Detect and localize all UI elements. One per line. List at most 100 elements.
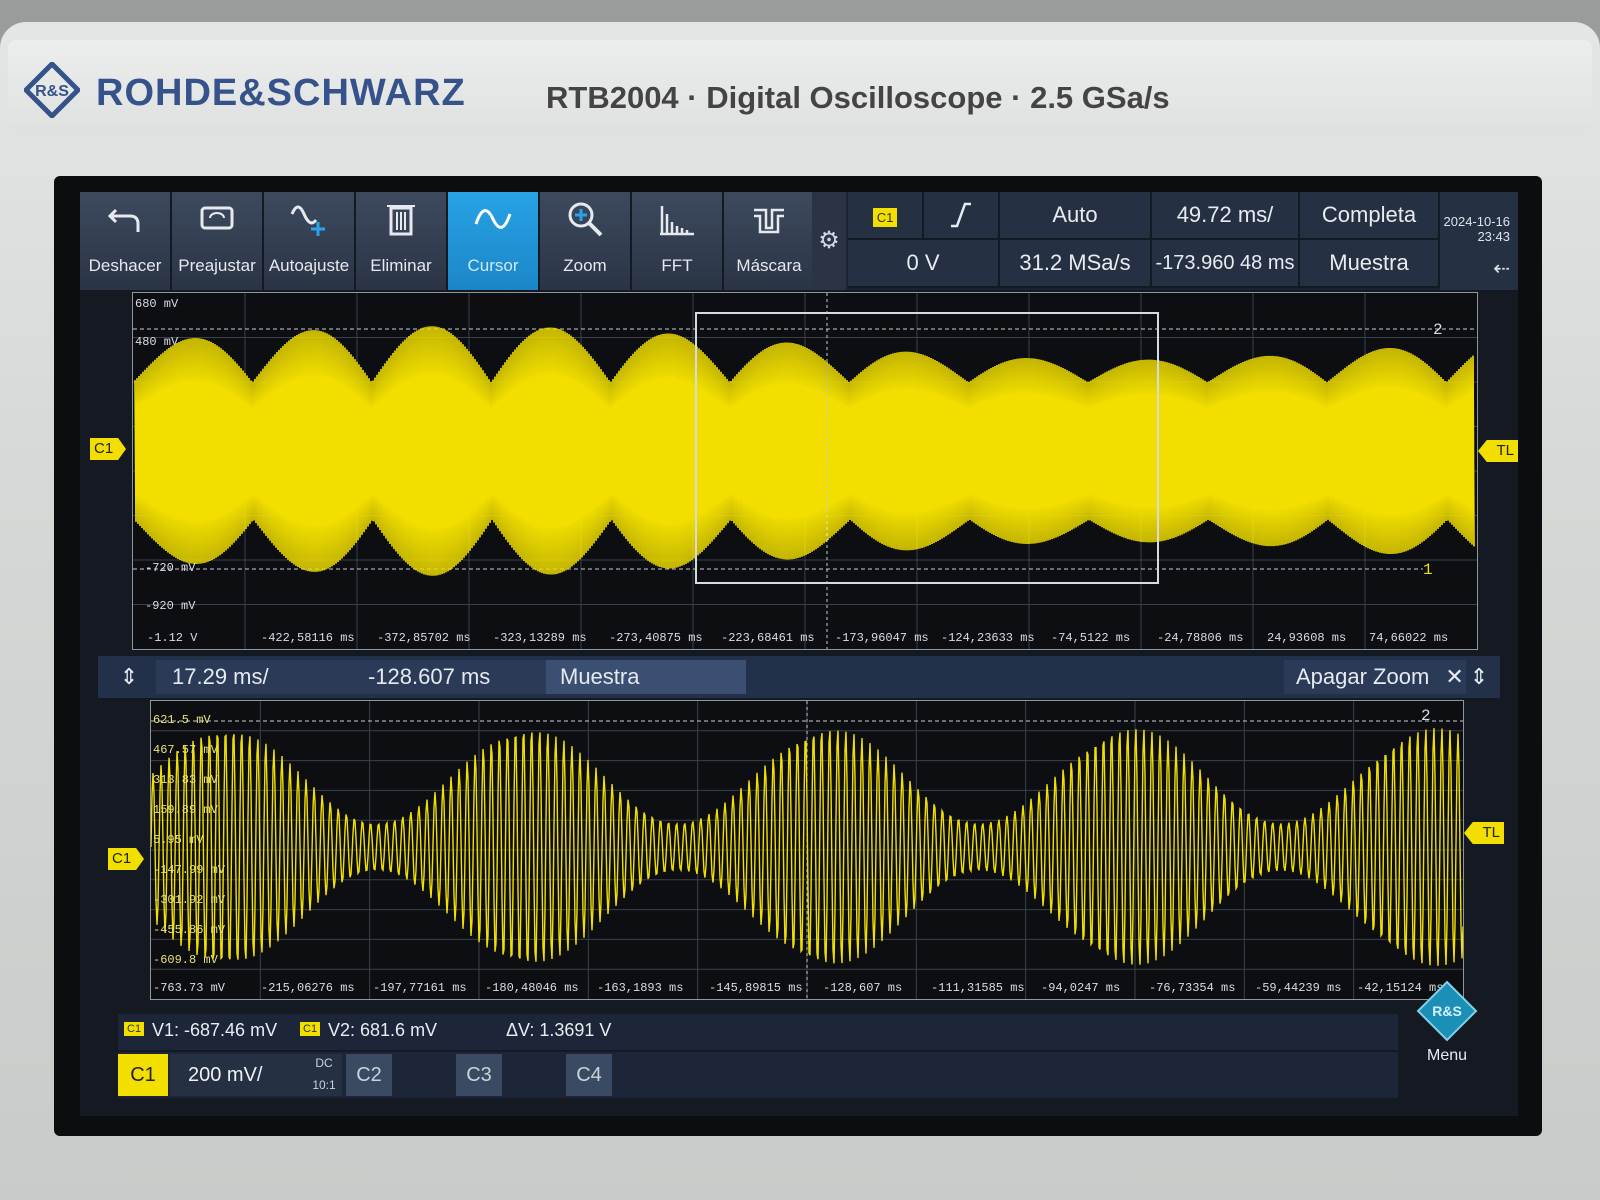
channel-2-button[interactable]: C2 [346, 1054, 392, 1096]
mask-button[interactable]: Máscara [724, 192, 816, 290]
zoom-off-label: Apagar Zoom [1296, 664, 1430, 689]
acquisition-mode[interactable]: Completa [1300, 192, 1440, 240]
trigger-mode[interactable]: Auto [1000, 192, 1152, 240]
zoom-position[interactable]: -128.607 ms [354, 660, 558, 694]
trigger-level-marker[interactable]: TL [1478, 440, 1518, 462]
main-waveform-svg [133, 293, 1477, 649]
time-tick: -59,44239 ms [1255, 981, 1342, 995]
time-tick: 74,66022 ms [1369, 631, 1449, 645]
v1-source-badge: C1 [124, 1022, 145, 1036]
zoom-scroll-icon[interactable]: ⇕ [104, 660, 154, 694]
channel-3-button[interactable]: C3 [456, 1054, 502, 1096]
level-label: -301.92 mV [153, 893, 226, 907]
preset-label: Preajustar [178, 256, 256, 275]
model-line: RTB2004 · Digital Oscilloscope · 2.5 GSa… [546, 80, 1170, 115]
level-label: -720 mV [145, 561, 196, 575]
cursor-wave-icon [474, 209, 512, 229]
time-tick: -24,78806 ms [1157, 631, 1244, 645]
magnifier-icon [568, 202, 603, 237]
main-waveform-plot[interactable]: 680 mV 480 mV -720 mV -920 mV -1.12 V -4… [132, 292, 1478, 650]
zoom-acq-type[interactable]: Muestra [546, 660, 746, 694]
time-tick: -163,1893 ms [597, 981, 684, 995]
rs-menu-icon: R&S [1416, 980, 1478, 1042]
channel-4-button[interactable]: C4 [566, 1054, 612, 1096]
zoom-waveform-plot[interactable]: 621.5 mV 467.57 mV 313.83 mV 159.89 mV 5… [150, 700, 1464, 1000]
time-tick: -273,40875 ms [609, 631, 703, 645]
time-tick: -173,96047 ms [835, 631, 929, 645]
acquisition-type[interactable]: Muestra [1300, 240, 1440, 288]
level-label: -609.8 mV [153, 953, 218, 967]
level-label: 467.57 mV [153, 743, 218, 757]
channel-1-scale[interactable]: 200 mV/ [170, 1054, 322, 1096]
preset-icon [200, 206, 234, 230]
level-label: 621.5 mV [153, 713, 211, 727]
zoom-timebase[interactable]: 17.29 ms/ [156, 660, 368, 694]
time-tick: -145,89815 ms [709, 981, 803, 995]
zoom-button[interactable]: Zoom [540, 192, 632, 290]
autoset-icon [290, 205, 325, 236]
time-tick: -180,48046 ms [485, 981, 579, 995]
usb-icon: ⇠ [1493, 258, 1510, 280]
brand-name: ROHDE&SCHWARZ [96, 72, 466, 114]
cursor-readout: C1 V1: -687.46 mV C1 V2: 681.6 mV ΔV: 1.… [118, 1014, 1398, 1050]
time-tick: -323,13289 ms [493, 631, 587, 645]
level-label: 5.95 mV [153, 833, 204, 847]
timebase-scale[interactable]: 49.72 ms/ [1152, 192, 1300, 240]
zoom-window-bar: ⇕ 17.29 ms/ -128.607 ms Muestra Apagar Z… [98, 656, 1500, 698]
undo-button[interactable]: Deshacer [80, 192, 172, 290]
channel-1-marker[interactable]: C1 [90, 438, 126, 460]
rising-edge-icon [951, 202, 971, 228]
oscilloscope-screen: Deshacer Preajustar Autoajuste Eliminar … [80, 192, 1518, 1116]
cursor-1-label: 1 [1423, 561, 1433, 579]
level-label: -455.86 mV [153, 923, 226, 937]
settings-gear-icon[interactable]: ⚙ [812, 192, 846, 290]
time-label: 23:43 [1477, 229, 1510, 244]
time-tick: -94,0247 ms [1041, 981, 1121, 995]
sample-rate[interactable]: 31.2 MSa/s [1000, 240, 1152, 288]
zoom-off-button[interactable]: Apagar Zoom ✕ [1284, 660, 1466, 694]
waveform-trace [134, 326, 1475, 576]
autoset-button[interactable]: Autoajuste [264, 192, 356, 290]
fft-button[interactable]: FFT [632, 192, 724, 290]
zoom-waveform-svg [151, 701, 1463, 999]
time-tick: -124,23633 ms [941, 631, 1035, 645]
cursor-button[interactable]: Cursor [448, 192, 540, 290]
level-label: 313.83 mV [153, 773, 218, 787]
cursor-2-label: 2 [1421, 707, 1431, 725]
delete-button[interactable]: Eliminar [356, 192, 448, 290]
time-tick: -74,5122 ms [1051, 631, 1131, 645]
date-time: 2024-10-16 23:43 ⇠ [1440, 192, 1518, 290]
time-tick: -197,77161 ms [373, 981, 467, 995]
menu-label: Menu [1426, 1047, 1468, 1064]
menu-button[interactable]: R&S Menu [1410, 980, 1484, 1072]
fft-label: FFT [661, 256, 693, 275]
preset-button[interactable]: Preajustar [172, 192, 264, 290]
cursor-v2: V2: 681.6 mV [328, 1020, 438, 1040]
zoom-resize-icon[interactable]: ⇕ [1462, 660, 1496, 694]
trash-icon [387, 205, 415, 236]
channel-1-coupling[interactable]: DC 10:1 [306, 1054, 342, 1096]
level-label: -763.73 mV [153, 981, 226, 995]
zoom-label: Zoom [563, 256, 607, 275]
time-tick: -422,58116 ms [261, 631, 355, 645]
level-label: 680 mV [135, 297, 179, 311]
delete-label: Eliminar [370, 256, 432, 275]
trigger-slope-icon[interactable] [924, 192, 1000, 240]
trigger-source-badge[interactable]: C1 [848, 192, 924, 240]
time-tick: -76,73354 ms [1149, 981, 1236, 995]
time-tick: 24,93608 ms [1267, 631, 1347, 645]
trigger-level[interactable]: 0 V [848, 240, 1000, 288]
channel-1-marker[interactable]: C1 [108, 848, 144, 870]
cursor-delta: ΔV: 1.3691 V [506, 1020, 612, 1040]
svg-text:R&S: R&S [35, 83, 69, 100]
trigger-level-marker[interactable]: TL [1464, 822, 1504, 844]
fft-icon [660, 206, 694, 236]
channel-1-button[interactable]: C1 [118, 1054, 168, 1096]
time-tick: -223,68461 ms [721, 631, 815, 645]
undo-label: Deshacer [88, 256, 162, 275]
time-tick: -215,06276 ms [261, 981, 355, 995]
mask-icon [754, 208, 784, 234]
timebase-position[interactable]: -173.960 48 ms [1152, 240, 1300, 288]
coupling-label: DC [315, 1056, 333, 1070]
toolbar: Deshacer Preajustar Autoajuste Eliminar … [80, 192, 1518, 290]
